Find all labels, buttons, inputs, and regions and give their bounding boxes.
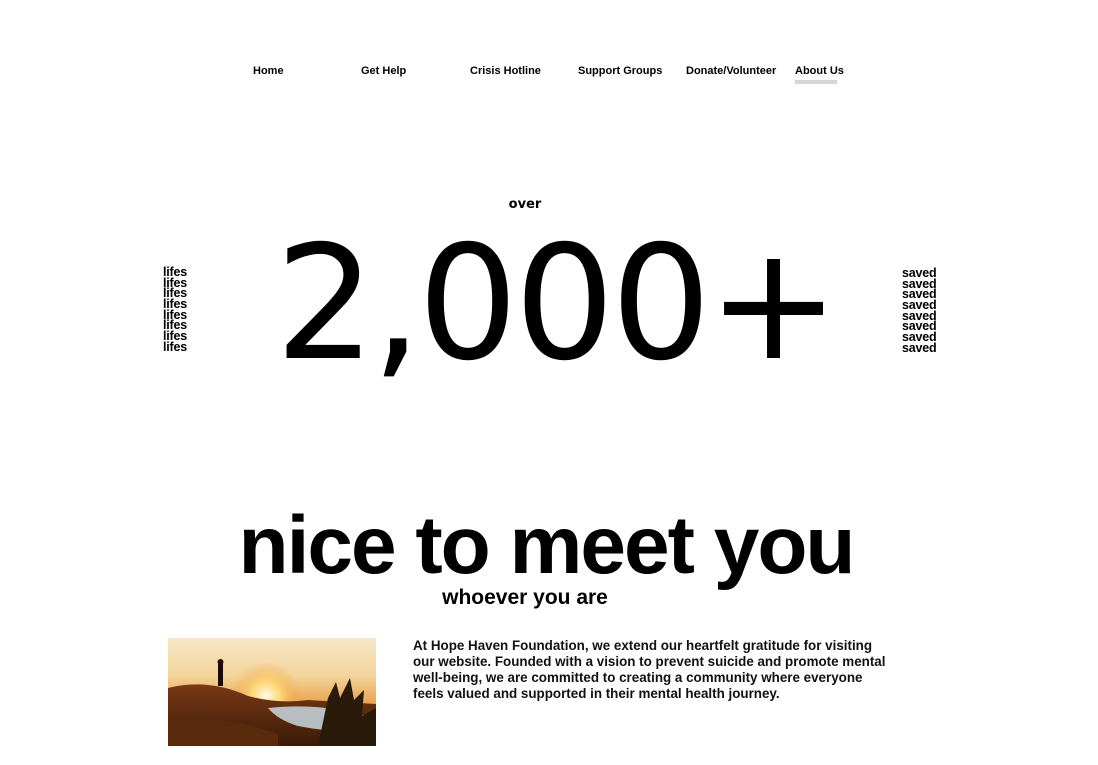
sunset-hillside-photo xyxy=(168,638,376,746)
lifes-word: lifes xyxy=(163,339,188,354)
intro-paragraph: At Hope Haven Foundation, we extend our … xyxy=(413,638,886,701)
next-section-peek xyxy=(420,758,820,765)
saved-word: saved xyxy=(902,340,937,355)
nav-item-crisis-hotline[interactable]: Crisis Hotline xyxy=(470,64,541,78)
nav-item-home[interactable]: Home xyxy=(253,64,284,78)
nav-item-get-help[interactable]: Get Help xyxy=(361,64,406,78)
nav-item-donate-volunteer[interactable]: Donate/Volunteer xyxy=(686,64,776,78)
nav-item-about-us[interactable]: About Us xyxy=(795,64,844,84)
active-nav-indicator xyxy=(795,80,837,84)
stat-prefix: over xyxy=(508,197,542,212)
hero-headline: nice to meet you xyxy=(238,500,855,591)
stat-number: 2,000+ xyxy=(275,212,840,396)
saved-word-stack: saved saved saved saved saved saved save… xyxy=(902,267,937,355)
lifes-word-stack: lifes lifes lifes lifes lifes lifes life… xyxy=(163,266,188,354)
main-nav: Home Get Help Crisis Hotline Support Gro… xyxy=(0,64,1098,88)
nav-item-about-us-label: About Us xyxy=(795,65,844,77)
nav-item-support-groups[interactable]: Support Groups xyxy=(578,64,662,78)
hero-subheadline: whoever you are xyxy=(442,586,608,609)
